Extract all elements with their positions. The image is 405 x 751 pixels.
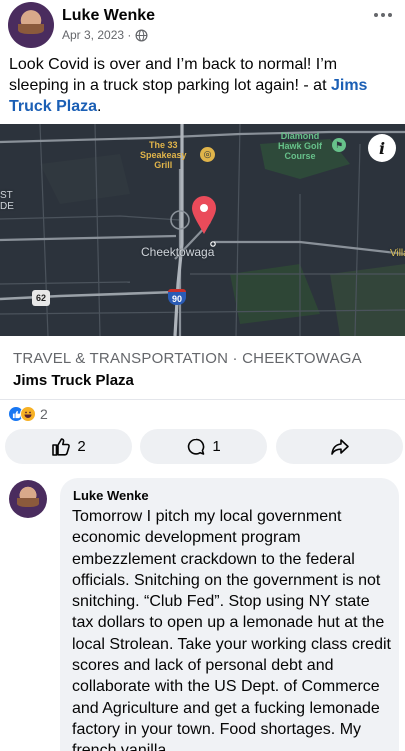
more-options-icon[interactable] (371, 8, 395, 22)
interstate-90-shield: 90 (168, 289, 186, 305)
restaurant-icon: ◎ (200, 147, 215, 162)
comment-button[interactable]: 1 (140, 429, 267, 464)
map-city-label: Cheektowaga (141, 245, 215, 259)
map-left-label-2: DE (0, 201, 14, 212)
comment-bubble: Luke Wenke Tomorrow I pitch my local gov… (60, 478, 399, 751)
comment-author[interactable]: Luke Wenke (73, 488, 149, 503)
map-left-label-1: ST (0, 190, 13, 201)
golf-line-3: Course (284, 151, 316, 161)
haha-reaction-icon (20, 406, 36, 422)
like-count: 2 (77, 438, 86, 455)
speakeasy-line-2: Speakeasy (140, 150, 187, 160)
golf-line-1: Diamond (280, 131, 320, 141)
speakeasy-line-1: The 33 (149, 140, 178, 150)
location-map[interactable]: Cheektowaga ST DE The 33 Speakeasy Grill… (0, 124, 405, 336)
like-button[interactable]: 2 (5, 429, 132, 464)
map-right-edge-label: Villa (390, 248, 405, 259)
map-speakeasy-label: The 33 Speakeasy Grill (140, 140, 187, 170)
place-card[interactable]: TRAVEL & TRANSPORTATION · CHEEKTOWAGA Ji… (0, 336, 405, 400)
map-golf-label: Diamond Hawk Golf Course (278, 131, 322, 161)
post-body: Look Covid is over and I’m back to norma… (9, 56, 338, 94)
thumbs-up-icon (52, 437, 71, 456)
comment-icon (188, 438, 205, 455)
share-icon (330, 438, 349, 455)
route-62-shield: 62 (32, 290, 50, 306)
golf-line-2: Hawk Golf (278, 141, 323, 151)
comment-count: 1 (212, 438, 221, 455)
place-category: TRAVEL & TRANSPORTATION · CHEEKTOWAGA (13, 350, 362, 367)
speakeasy-line-3: Grill (154, 160, 173, 170)
post-meta: Apr 3, 2023 · (62, 28, 148, 42)
share-button[interactable] (276, 429, 403, 464)
author-name[interactable]: Luke Wenke (62, 7, 155, 25)
comment-text: Tomorrow I pitch my local government eco… (72, 508, 391, 751)
golf-icon: ⚑ (332, 138, 346, 152)
post-text: Look Covid is over and I’m back to norma… (9, 54, 394, 117)
post-text-end: . (97, 98, 102, 115)
reactions-summary[interactable]: 2 (8, 405, 48, 423)
reaction-count: 2 (40, 406, 48, 422)
globe-icon (135, 29, 148, 41)
commenter-avatar[interactable] (9, 480, 47, 518)
post-date[interactable]: Apr 3, 2023 · (62, 28, 131, 42)
place-name[interactable]: Jims Truck Plaza (13, 372, 134, 389)
post-header: Luke Wenke Apr 3, 2023 · (0, 0, 405, 52)
author-avatar[interactable] (8, 2, 54, 48)
map-info-button[interactable]: i (368, 134, 396, 162)
